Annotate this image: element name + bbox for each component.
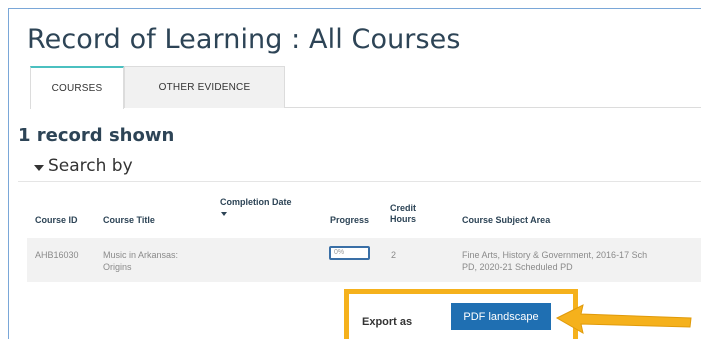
header-credit-hours-line2: Hours <box>390 214 417 224</box>
header-completion-date-label: Completion Date <box>220 197 292 207</box>
tab-courses[interactable]: COURSES <box>30 66 124 109</box>
pointer-arrow-icon <box>555 304 692 335</box>
header-course-title[interactable]: Course Title <box>103 215 155 226</box>
cell-subject-area-line2: PD, 2020-21 Scheduled PD <box>462 262 573 272</box>
cell-course-id: AHB16030 <box>35 250 79 260</box>
header-progress[interactable]: Progress <box>330 215 369 226</box>
tab-bar: COURSES OTHER EVIDENCE <box>30 66 701 109</box>
cell-course-title-line1: Music in Arkansas: <box>103 250 179 260</box>
caret-down-icon <box>34 165 44 171</box>
header-credit-hours[interactable]: Credit Hours <box>390 203 416 225</box>
cell-subject-area: Fine Arts, History & Government, 2016-17… <box>462 249 647 273</box>
cell-subject-area-line1: Fine Arts, History & Government, 2016-17… <box>462 250 648 260</box>
records-count: 1 record shown <box>18 125 175 146</box>
pdf-landscape-button[interactable]: PDF landscape <box>451 303 551 330</box>
search-by-label: Search by <box>48 156 133 176</box>
header-subject-area[interactable]: Course Subject Area <box>462 215 550 226</box>
progress-bar: 0% <box>329 246 370 260</box>
export-as-label: Export as <box>362 316 413 328</box>
cell-course-title-line2: Origins <box>103 262 132 272</box>
header-credit-hours-line1: Credit <box>390 203 417 213</box>
search-toggle[interactable]: Search by <box>18 152 701 182</box>
cell-credit-hours: 2 <box>391 250 397 260</box>
header-completion-date[interactable]: Completion Date <box>220 197 292 216</box>
page-title: Record of Learning : All Courses <box>27 24 461 55</box>
sort-caret-icon <box>221 212 227 216</box>
cell-course-title[interactable]: Music in Arkansas: Origins <box>103 249 178 273</box>
tab-other-evidence[interactable]: OTHER EVIDENCE <box>124 66 285 108</box>
header-course-id[interactable]: Course ID <box>35 215 78 226</box>
